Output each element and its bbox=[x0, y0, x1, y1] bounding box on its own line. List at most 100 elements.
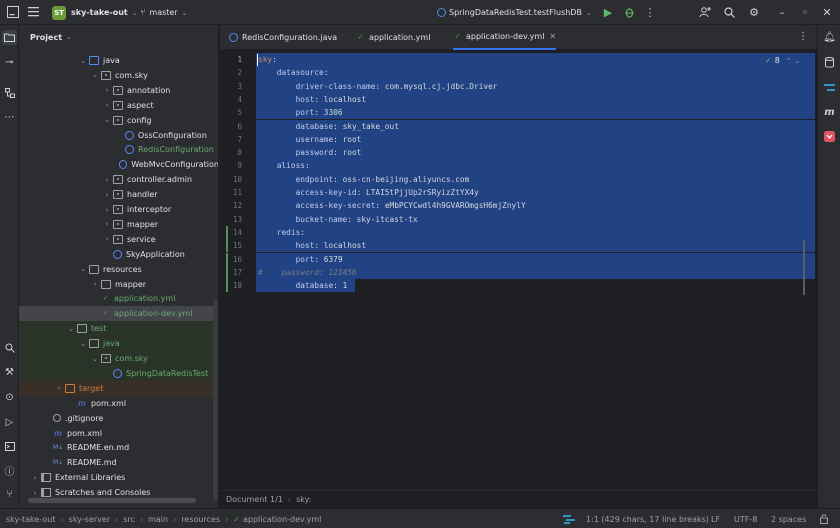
chevron-right-icon[interactable]: › bbox=[55, 384, 63, 392]
services-icon[interactable]: ⊙ bbox=[2, 390, 17, 405]
plugin-icon[interactable] bbox=[822, 129, 837, 144]
git-icon[interactable]: ⑂ bbox=[2, 487, 17, 502]
tab-redis-configuration[interactable]: RedisConfiguration.java bbox=[229, 25, 337, 50]
more-tools-icon[interactable]: ⋯ bbox=[2, 110, 17, 125]
problems-icon[interactable]: ⓘ bbox=[2, 463, 17, 478]
debug-icon[interactable] bbox=[622, 5, 636, 19]
vcs-change-marker[interactable] bbox=[226, 239, 228, 253]
tree-item[interactable]: RedisConfiguration bbox=[19, 142, 218, 157]
chevron-down-icon[interactable]: ⌄ bbox=[67, 325, 75, 333]
project-horizontal-scrollbar[interactable] bbox=[28, 498, 196, 503]
commit-icon[interactable]: ⊸ bbox=[2, 55, 17, 70]
line-number[interactable]: 2 bbox=[220, 66, 242, 79]
vcs-change-marker[interactable] bbox=[226, 279, 228, 293]
tree-item[interactable]: M↓ README.md bbox=[19, 455, 218, 470]
tree-item[interactable]: › controller.admin bbox=[19, 172, 218, 187]
status-crumb[interactable]: sky-server bbox=[69, 515, 110, 524]
tree-item[interactable]: › aspect bbox=[19, 98, 218, 113]
line-number[interactable]: 9 bbox=[220, 159, 242, 172]
app-logo-icon[interactable] bbox=[6, 5, 20, 19]
line-number[interactable]: 16 bbox=[220, 253, 242, 266]
vcs-change-marker[interactable] bbox=[226, 225, 228, 239]
line-number[interactable]: 5 bbox=[220, 106, 242, 119]
line-number[interactable]: 18 bbox=[220, 279, 242, 292]
tree-item[interactable]: M↓ README.en.md bbox=[19, 440, 218, 455]
structure-icon[interactable] bbox=[2, 85, 17, 100]
indent-setting[interactable]: 2 spaces bbox=[771, 509, 806, 528]
restore-icon[interactable]: ◦ bbox=[798, 5, 812, 19]
database-icon[interactable] bbox=[822, 55, 837, 70]
main-menu-icon[interactable] bbox=[26, 5, 40, 19]
status-crumb[interactable]: sky-take-out bbox=[6, 515, 55, 524]
maven-icon[interactable]: m bbox=[822, 105, 837, 120]
caret-position[interactable]: 1:1 (429 chars, 17 line breaks) bbox=[586, 509, 709, 528]
chevron-right-icon[interactable]: › bbox=[91, 280, 99, 288]
chevron-up-icon[interactable]: ⌃ bbox=[786, 57, 792, 65]
line-number[interactable]: 11 bbox=[220, 186, 242, 199]
tree-item[interactable]: ⌄ resources bbox=[19, 262, 218, 277]
lock-icon[interactable] bbox=[820, 509, 828, 528]
document-indicator[interactable]: Document 1/1 bbox=[226, 495, 283, 504]
line-number[interactable]: 8 bbox=[220, 146, 242, 159]
line-number[interactable]: 7 bbox=[220, 133, 242, 146]
build-hammer-icon[interactable]: ⚒ bbox=[2, 365, 17, 380]
line-number[interactable]: 3 bbox=[220, 80, 242, 93]
tree-item[interactable]: › annotation bbox=[19, 83, 218, 98]
code-editor[interactable]: sky: datasource: driver-class-name: com.my… bbox=[256, 51, 817, 490]
project-panel-header[interactable]: Project ⌄ bbox=[19, 25, 218, 49]
tab-options-icon[interactable]: ⋮ bbox=[798, 31, 808, 42]
tree-item[interactable]: m pom.xml bbox=[19, 396, 218, 411]
chevron-down-icon[interactable]: ⌄ bbox=[103, 116, 111, 124]
tree-item[interactable]: ⌄ config bbox=[19, 113, 218, 128]
line-separator[interactable]: LF bbox=[711, 509, 720, 528]
search-icon[interactable] bbox=[722, 5, 736, 19]
tree-item[interactable]: SpringDataRedisTest bbox=[19, 365, 218, 381]
tree-item[interactable]: WebMvcConfiguration bbox=[19, 157, 218, 172]
chevron-right-icon[interactable]: › bbox=[103, 235, 111, 243]
minimize-icon[interactable]: – bbox=[775, 5, 789, 19]
vcs-change-marker[interactable] bbox=[226, 252, 228, 266]
tree-item[interactable]: › interceptor bbox=[19, 202, 218, 217]
tab-application-yml[interactable]: ✓ application.yml bbox=[356, 25, 431, 50]
line-number[interactable]: 14 bbox=[220, 226, 242, 239]
chevron-down-icon[interactable]: ⌄ bbox=[795, 57, 801, 65]
project-tool-folder-icon[interactable] bbox=[2, 30, 17, 45]
run-config-selector[interactable]: SpringDataRedisTest.testFlushDB ⌄ bbox=[437, 0, 592, 25]
vcs-change-marker[interactable] bbox=[226, 265, 228, 279]
close-tab-icon[interactable]: ✕ bbox=[549, 32, 556, 41]
tree-item[interactable]: ⌄ test bbox=[19, 321, 218, 337]
tree-item[interactable]: ✓ application-dev.yml bbox=[19, 306, 218, 322]
tree-item[interactable]: SkyApplication bbox=[19, 247, 218, 262]
terminal-icon[interactable] bbox=[2, 439, 17, 454]
run-icon[interactable]: ▶ bbox=[601, 5, 615, 19]
line-number[interactable]: 10 bbox=[220, 173, 242, 186]
notifications-bell-icon[interactable]: 🔔︎ bbox=[822, 30, 837, 45]
status-crumb[interactable]: main bbox=[148, 515, 168, 524]
tree-item[interactable]: ⌄ com.sky bbox=[19, 68, 218, 83]
ai-assistant-icon[interactable] bbox=[563, 509, 575, 528]
project-switcher[interactable]: ST sky-take-out ⌄ bbox=[52, 0, 138, 25]
add-user-icon[interactable] bbox=[698, 5, 712, 19]
file-encoding[interactable]: UTF-8 bbox=[734, 509, 757, 528]
chevron-right-icon[interactable]: › bbox=[103, 86, 111, 94]
tree-item[interactable]: m pom.xml bbox=[19, 426, 218, 441]
line-number[interactable]: 13 bbox=[220, 213, 242, 226]
status-crumb[interactable]: src bbox=[123, 515, 135, 524]
close-window-icon[interactable]: ✕ bbox=[820, 5, 834, 19]
line-number[interactable]: 6 bbox=[220, 120, 242, 133]
chevron-down-icon[interactable]: ⌄ bbox=[79, 340, 87, 348]
status-crumb[interactable]: resources bbox=[181, 515, 220, 524]
line-number[interactable]: 4 bbox=[220, 93, 242, 106]
tree-item[interactable]: › service bbox=[19, 232, 218, 247]
run-tool-icon[interactable]: ▷ bbox=[2, 415, 17, 430]
tree-item[interactable]: › handler bbox=[19, 187, 218, 202]
tree-item[interactable]: OssConfiguration bbox=[19, 128, 218, 143]
tree-item[interactable]: ⌄ java bbox=[19, 53, 218, 68]
chevron-right-icon[interactable]: › bbox=[103, 220, 111, 228]
tree-item[interactable]: ⌄ java bbox=[19, 336, 218, 352]
more-actions-icon[interactable]: ⋮ bbox=[643, 5, 657, 19]
tree-item[interactable]: › External Libraries bbox=[19, 470, 218, 485]
chevron-down-icon[interactable]: ⌄ bbox=[79, 57, 87, 65]
tree-item[interactable]: .gitignore bbox=[19, 411, 218, 426]
settings-gear-icon[interactable]: ⚙ bbox=[747, 5, 761, 19]
